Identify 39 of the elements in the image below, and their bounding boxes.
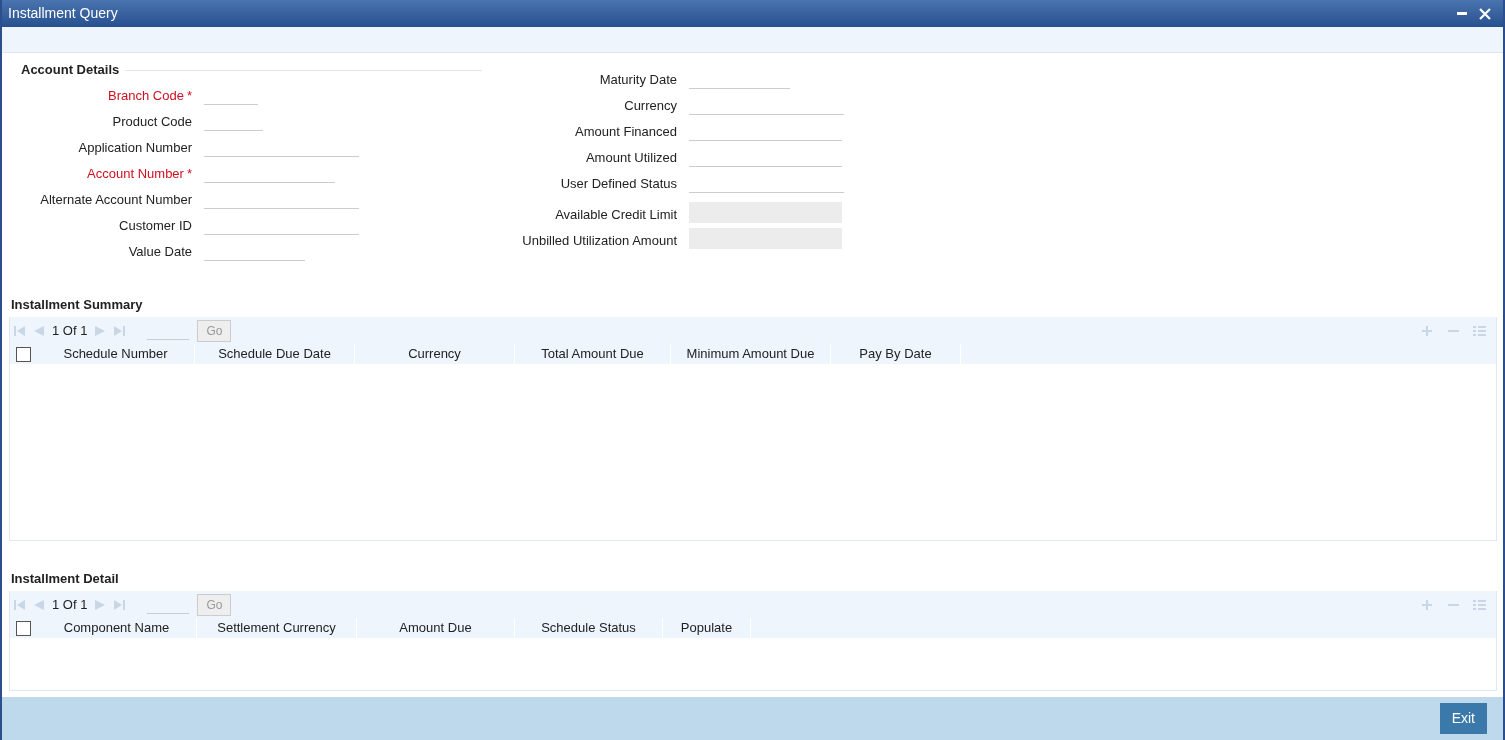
window-title: Installment Query (8, 4, 119, 23)
page-indicator: 1 Of 1 (52, 595, 88, 614)
field-label: Alternate Account Number (39, 191, 193, 209)
field-label: Application Number (77, 139, 193, 157)
first-page-icon[interactable] (14, 598, 25, 611)
last-page-icon[interactable] (114, 324, 126, 337)
field-label: Amount Utilized (584, 149, 678, 167)
go-button[interactable]: Go (197, 593, 232, 616)
field-label: Currency (623, 97, 678, 115)
next-page-icon[interactable] (95, 324, 107, 337)
grid-title: Installment Summary (10, 295, 144, 314)
field-label: Customer ID (118, 217, 193, 235)
section-title: Account Details (21, 61, 120, 80)
exit-button[interactable]: Exit (1439, 703, 1487, 734)
add-icon[interactable] (1421, 598, 1433, 611)
select-all-checkbox[interactable] (16, 620, 31, 636)
field-label: User Defined Status (559, 175, 678, 193)
last-page-icon[interactable] (114, 598, 126, 611)
field-label: Value Date (127, 243, 193, 261)
first-page-icon[interactable] (14, 324, 25, 337)
field-label: Product Code (111, 113, 193, 131)
field-label: Account Number * (86, 165, 193, 183)
list-icon[interactable] (1473, 598, 1486, 611)
field-label: Maturity Date (598, 71, 678, 89)
field-label: Amount Financed (574, 123, 678, 141)
add-icon[interactable] (1421, 324, 1433, 337)
close-icon (1479, 7, 1491, 20)
field-label: Available Credit Limit (554, 206, 678, 224)
field-label: Unbilled Utilization Amount (521, 232, 678, 250)
grid-title: Installment Detail (10, 569, 120, 588)
list-icon[interactable] (1473, 324, 1486, 337)
field-label: Branch Code * (107, 87, 193, 105)
page-indicator: 1 Of 1 (52, 321, 88, 340)
select-all-checkbox[interactable] (16, 346, 31, 362)
go-button[interactable]: Go (197, 319, 232, 342)
minimize-icon (1457, 11, 1467, 16)
previous-page-icon[interactable] (33, 598, 44, 611)
previous-page-icon[interactable] (33, 324, 44, 337)
next-page-icon[interactable] (95, 598, 107, 611)
